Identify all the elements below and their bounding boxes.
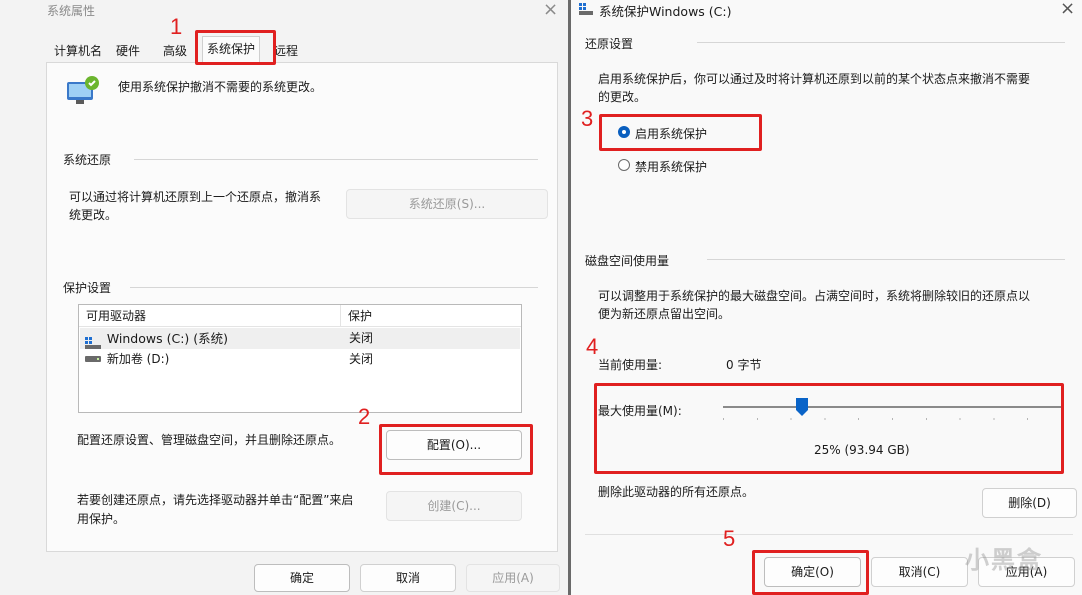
enable-protection-label[interactable]: 启用系统保护 (635, 125, 707, 142)
window-drive-icon (579, 3, 593, 18)
configure-button[interactable]: 配置(O)... (386, 430, 522, 460)
divider (134, 159, 538, 160)
table-row[interactable]: Windows (C:) (系统) 关闭 (80, 328, 520, 349)
annotation-4: 4 (586, 334, 599, 359)
watermark: 小黑盒 (965, 546, 1043, 574)
annotation-2: 2 (358, 404, 371, 429)
apply-button[interactable]: 应用(A) (466, 564, 560, 592)
ok-button[interactable]: 确定 (254, 564, 350, 592)
drive-status: 关闭 (349, 331, 374, 345)
section-system-restore: 系统还原 (63, 153, 112, 167)
divider (697, 42, 1065, 43)
drive-icon (85, 349, 101, 370)
slider-thumb[interactable] (796, 398, 808, 416)
delete-description: 删除此驱动器的所有还原点。 (598, 485, 755, 499)
column-header-protection[interactable]: 保护 (341, 305, 521, 327)
windows-drive-icon (85, 335, 101, 349)
ok-button[interactable]: 确定(O) (764, 557, 861, 587)
section-restore-settings: 还原设置 (585, 37, 634, 51)
cancel-button[interactable]: 取消(C) (871, 557, 968, 587)
delete-button[interactable]: 删除(D) (982, 488, 1077, 518)
current-usage-value: 0 字节 (726, 358, 762, 372)
create-description-line2: 用保护。 (77, 512, 126, 526)
drive-status: 关闭 (349, 352, 374, 366)
cancel-button[interactable]: 取消 (360, 564, 456, 592)
section-protection-settings: 保护设置 (63, 281, 112, 295)
system-restore-button[interactable]: 系统还原(S)... (346, 189, 548, 219)
tab-system-protection[interactable]: 系统保护 (202, 36, 261, 63)
tab-remote[interactable]: 远程 (270, 40, 302, 62)
current-usage-label: 当前使用量: (598, 358, 663, 372)
configure-description: 配置还原设置、管理磁盘空间，并且删除还原点。 (77, 433, 342, 447)
drive-name: 新加卷 (D:) (106, 352, 170, 366)
annotation-5: 5 (723, 526, 736, 551)
column-header-drive[interactable]: 可用驱动器 (79, 305, 341, 327)
divider (130, 287, 538, 288)
tab-advanced[interactable]: 高级 (159, 40, 191, 62)
divider (707, 259, 1065, 260)
restore-description-line2: 的更改。 (598, 90, 647, 104)
system-protection-icon (64, 72, 100, 108)
drive-table: 可用驱动器 保护 Windows (C:) (系统) 关闭 新加卷 (D:) 关… (78, 304, 522, 413)
max-usage-slider[interactable] (723, 396, 1061, 424)
system-protection-dialog: 系统保护Windows (C:) × 还原设置 启用系统保护后，你可以通过及时将… (571, 0, 1082, 595)
divider (585, 534, 1073, 535)
window-title: 系统保护Windows (C:) (599, 4, 732, 19)
disk-description-line1: 可以调整用于系统保护的最大磁盘空间。占满空间时，系统将删除较旧的还原点以 (598, 289, 1031, 303)
slider-track (723, 406, 1061, 408)
close-icon[interactable]: × (543, 0, 558, 20)
enable-protection-radio[interactable] (618, 126, 630, 138)
disable-protection-label[interactable]: 禁用系统保护 (635, 158, 707, 175)
create-button[interactable]: 创建(C)... (386, 491, 522, 521)
restore-description-line2: 统更改。 (69, 208, 118, 222)
create-description-line1: 若要创建还原点，请先选择驱动器并单击“配置”来启 (77, 493, 354, 507)
slider-ticks (723, 418, 1061, 420)
disk-description-line2: 便为新还原点留出空间。 (598, 307, 731, 321)
close-icon[interactable]: × (1060, 0, 1075, 19)
tab-hardware[interactable]: 硬件 (112, 40, 144, 62)
system-properties-window: 系统属性 × 计算机名 硬件 高级 系统保护 远程 使用系统保护撤消不需要的系统… (0, 0, 568, 595)
annotation-3: 3 (581, 106, 594, 131)
restore-description-line1: 可以通过将计算机还原到上一个还原点，撤消系 (69, 190, 322, 204)
max-usage-label: 最大使用量(M): (598, 404, 682, 418)
table-row[interactable]: 新加卷 (D:) 关闭 (80, 349, 520, 370)
restore-description-line1: 启用系统保护后，你可以通过及时将计算机还原到以前的某个状态点来撤消不需要 (598, 72, 1031, 86)
section-disk-usage: 磁盘空间使用量 (585, 254, 670, 268)
window-title: 系统属性 (47, 4, 96, 18)
drive-name: Windows (C:) (系统) (106, 331, 229, 346)
max-usage-value: 25% (93.94 GB) (814, 443, 910, 457)
tab-computer-name[interactable]: 计算机名 (50, 40, 106, 62)
disable-protection-radio[interactable] (618, 159, 630, 171)
intro-text: 使用系统保护撤消不需要的系统更改。 (118, 80, 323, 94)
annotation-1: 1 (170, 14, 183, 39)
